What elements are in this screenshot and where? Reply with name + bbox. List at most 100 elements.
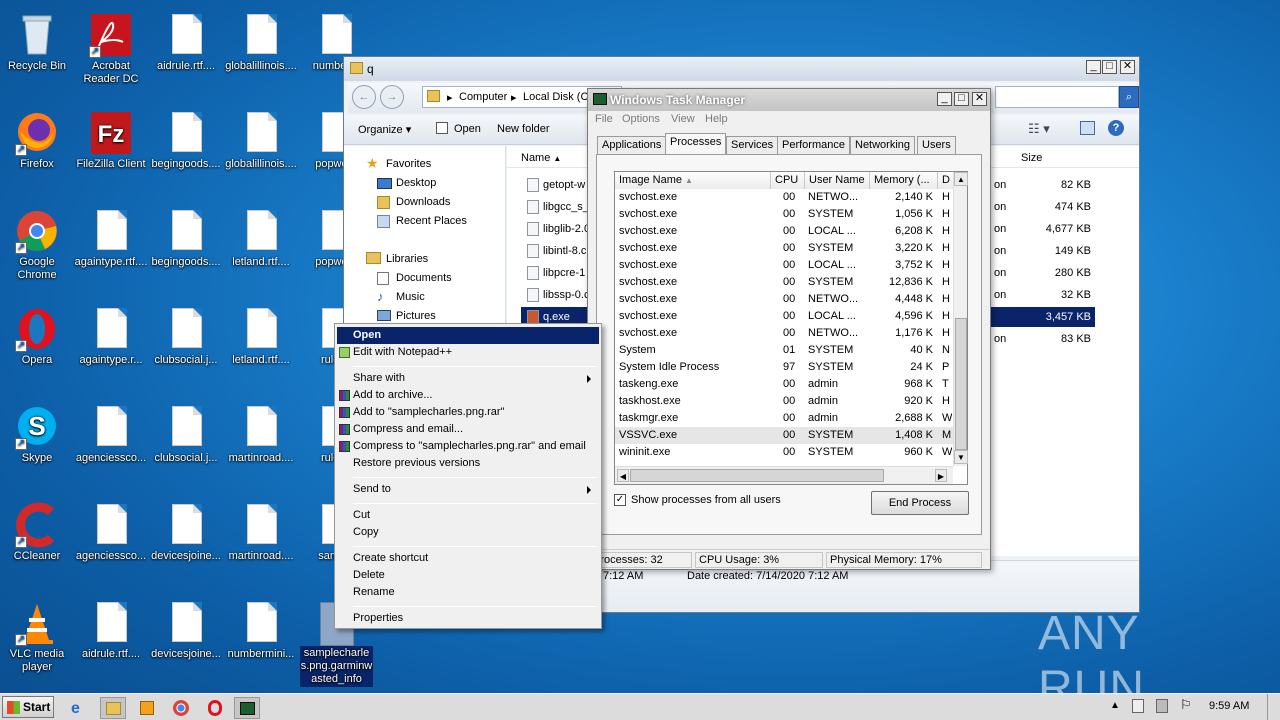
column-cpu[interactable]: CPU [771,172,805,189]
menu-item-send-to[interactable]: Send to [337,481,599,498]
menu-item-compress-rar-email[interactable]: Compress to "samplecharles.png.rar" and … [337,438,599,455]
explorer-titlebar[interactable]: q _ □ ✕ [344,57,1139,81]
column-name[interactable]: Name ▲ [521,152,561,164]
menu-item-share-with[interactable]: Share with [337,370,599,387]
process-row[interactable]: taskeng.exe 00 admin 968 K T [615,376,955,393]
process-row[interactable]: System Idle Process 97 SYSTEM 24 K P [615,359,955,376]
organize-button[interactable]: Organize ▾ [358,123,411,136]
view-options-icon[interactable]: ☷ ▾ [1028,121,1050,137]
desktop-icon-doc[interactable]: numbermini... [224,594,298,686]
tab-processes[interactable]: Processes [665,133,727,155]
menu-file[interactable]: File [595,113,613,125]
desktop-icon-doc[interactable]: clubsocial.j... [149,300,223,392]
nav-downloads[interactable]: Downloads [396,196,450,208]
tray-flag-icon[interactable]: ⚐ [1180,697,1192,713]
task-manager-titlebar[interactable]: Windows Task Manager _ □ ✕ [588,89,990,111]
tab-users[interactable]: Users [917,136,956,154]
scroll-thumb[interactable] [955,318,967,450]
forward-button[interactable]: → [380,85,404,109]
desktop-icon-filezilla[interactable]: Fz FileZilla Client [74,104,148,196]
scroll-thumb-horizontal[interactable] [630,469,884,482]
show-all-checkbox[interactable]: ✓ [614,494,626,506]
column-memory[interactable]: Memory (... [870,172,938,189]
process-row[interactable]: svchost.exe 00 LOCAL ... 6,208 K H [615,223,955,240]
menu-item-edit-notepad[interactable]: Edit with Notepad++ [337,344,599,361]
scroll-down-icon[interactable]: ▼ [954,450,968,464]
nav-libraries[interactable]: Libraries [386,253,428,265]
process-row[interactable]: svchost.exe 00 NETWO... 4,448 K H [615,291,955,308]
process-row[interactable]: svchost.exe 00 LOCAL ... 4,596 K H [615,308,955,325]
menu-item-open[interactable]: Open [337,327,599,344]
desktop-icon-recycle-bin[interactable]: Recycle Bin [0,6,74,98]
taskbar-task-manager[interactable] [234,697,260,719]
desktop-icon-doc[interactable]: clubsocial.j... [149,398,223,490]
process-list[interactable]: Image Name ▲ CPU User Name Memory (... D… [614,171,968,485]
horizontal-scrollbar[interactable]: ◀ ▶ [615,466,953,484]
process-row[interactable]: taskhost.exe 00 admin 920 K H [615,393,955,410]
end-process-button[interactable]: End Process [871,491,969,515]
help-icon[interactable]: ? [1108,120,1124,136]
show-desktop-button[interactable] [1267,694,1279,720]
scroll-left-icon[interactable]: ◀ [617,469,629,482]
process-row[interactable]: svchost.exe 00 NETWO... 1,176 K H [615,325,955,342]
desktop-icon-doc[interactable]: devicesjoine... [149,594,223,686]
desktop-icon-doc[interactable]: agenciessco... [74,398,148,490]
menu-item-properties[interactable]: Properties [337,610,599,627]
taskbar-opera[interactable] [202,697,228,719]
menu-item-cut[interactable]: Cut [337,507,599,524]
desktop-icon-doc[interactable]: againtype.rtf.... [74,202,148,294]
desktop-icon-doc[interactable]: devicesjoine... [149,496,223,588]
vertical-scrollbar[interactable]: ▲ ▼ [953,172,968,466]
column-description[interactable]: D [938,172,954,189]
desktop-icon-doc[interactable]: begingoods.... [149,104,223,196]
desktop-icon-doc[interactable]: letland.rtf.... [224,202,298,294]
desktop-icon-opera[interactable]: ↗ Opera [0,300,74,392]
taskbar-chrome[interactable] [168,697,194,719]
minimize-button[interactable]: _ [1086,60,1101,74]
nav-recent-places[interactable]: Recent Places [396,215,467,227]
menu-options[interactable]: Options [622,113,660,125]
tray-network-icon[interactable] [1156,699,1168,713]
desktop-icon-doc[interactable]: aidrule.rtf.... [74,594,148,686]
process-row[interactable]: svchost.exe 00 LOCAL ... 3,752 K H [615,257,955,274]
process-row[interactable]: svchost.exe 00 NETWO... 2,140 K H [615,189,955,206]
menu-item-restore-versions[interactable]: Restore previous versions [337,455,599,472]
scroll-right-icon[interactable]: ▶ [935,469,947,482]
desktop-icon-doc[interactable]: agenciessco... [74,496,148,588]
column-image-name[interactable]: Image Name ▲ [615,172,771,189]
taskbar-explorer[interactable] [100,697,126,719]
desktop-icon-doc[interactable]: aidrule.rtf.... [149,6,223,98]
scroll-up-icon[interactable]: ▲ [954,172,968,186]
column-size[interactable]: Size [1021,152,1042,164]
desktop-icon-doc[interactable]: begingoods.... [149,202,223,294]
process-row[interactable]: svchost.exe 00 SYSTEM 3,220 K H [615,240,955,257]
start-button[interactable]: Start [2,696,54,718]
menu-item-create-shortcut[interactable]: Create shortcut [337,550,599,567]
menu-item-delete[interactable]: Delete [337,567,599,584]
process-row[interactable]: wininit.exe 00 SYSTEM 960 K W [615,444,955,461]
maximize-button[interactable]: □ [954,92,969,106]
tray-expand-icon[interactable]: ▲ [1110,700,1120,711]
task-manager-window[interactable]: Windows Task Manager _ □ ✕ File Options … [587,88,991,570]
process-row[interactable]: svchost.exe 00 SYSTEM 12,836 K H [615,274,955,291]
menu-item-compress-email[interactable]: Compress and email... [337,421,599,438]
desktop-icon-doc[interactable]: letland.rtf.... [224,300,298,392]
close-button[interactable]: ✕ [1120,60,1135,74]
new-folder-button[interactable]: New folder [497,123,550,135]
tab-performance[interactable]: Performance [777,136,850,154]
menu-view[interactable]: View [671,113,695,125]
nav-pictures[interactable]: Pictures [396,310,436,322]
preview-pane-icon[interactable] [1080,121,1095,135]
taskbar-ie[interactable]: e [66,697,92,719]
search-input[interactable] [995,86,1119,108]
menu-item-add-archive[interactable]: Add to archive... [337,387,599,404]
taskbar-media-player[interactable] [134,697,160,719]
process-row[interactable]: svchost.exe 00 SYSTEM 1,056 K H [615,206,955,223]
desktop-icon-doc[interactable]: martinroad.... [224,398,298,490]
nav-favorites[interactable]: Favorites [386,158,431,170]
tab-networking[interactable]: Networking [850,136,916,154]
address-crumb-local-disk[interactable]: Local Disk (C:) [523,91,595,103]
nav-music[interactable]: Music [396,291,425,303]
process-row[interactable]: taskmgr.exe 00 admin 2,688 K W [615,410,955,427]
desktop-icon-skype[interactable]: S ↗ Skype [0,398,74,490]
